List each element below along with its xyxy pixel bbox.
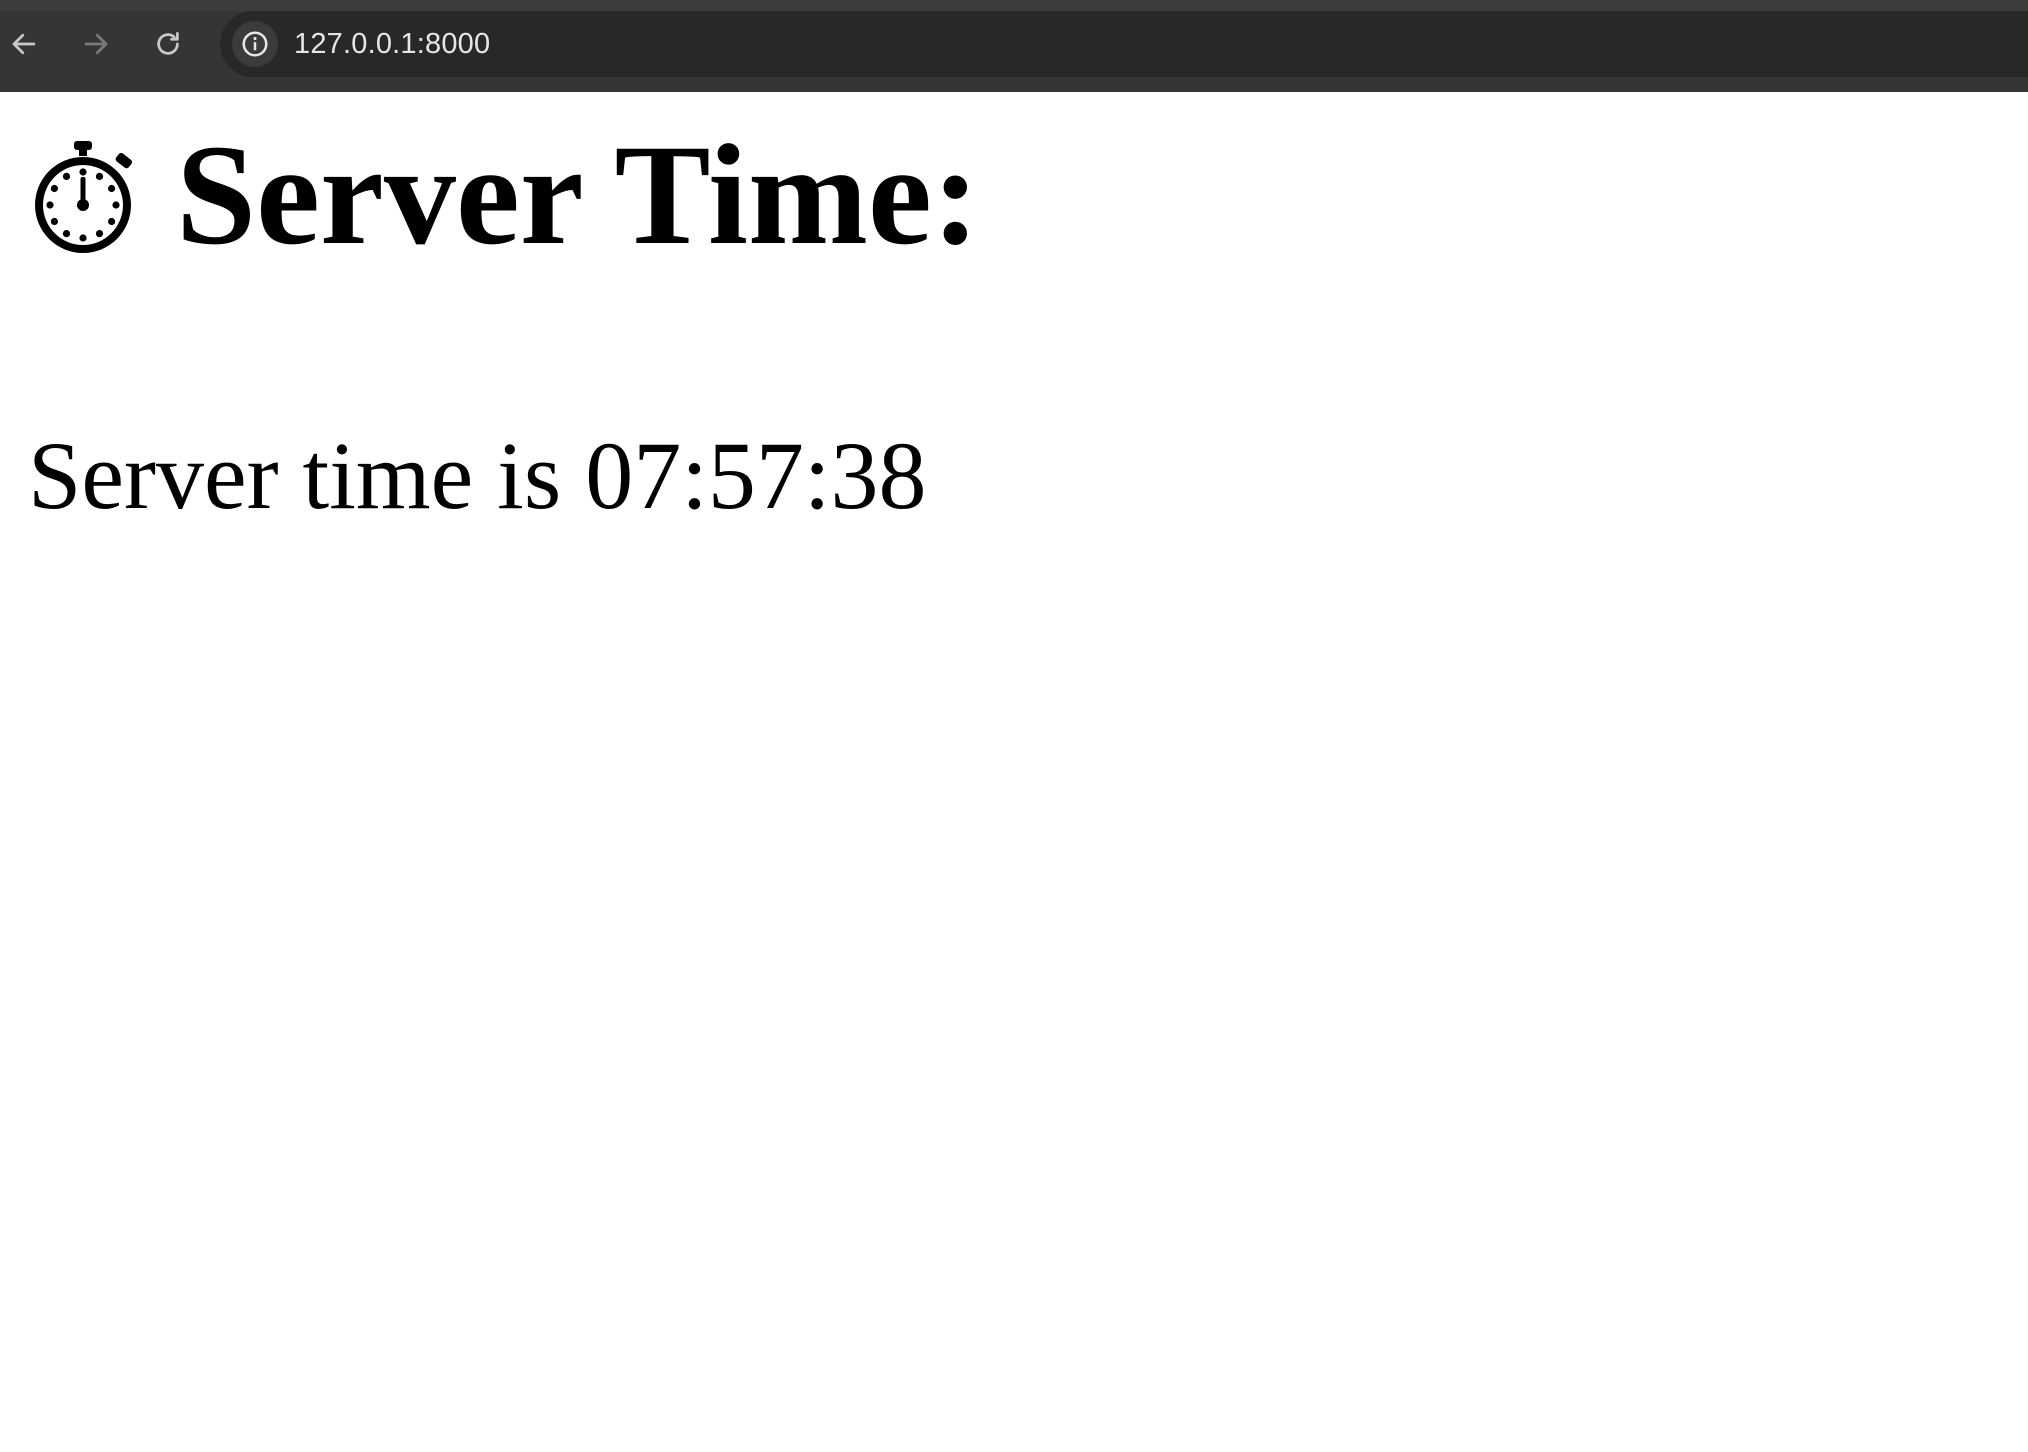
- reload-button[interactable]: [146, 22, 190, 66]
- address-bar[interactable]: 127.0.0.1:8000: [220, 11, 2028, 77]
- site-info-button[interactable]: [232, 21, 278, 67]
- info-icon: [242, 31, 268, 57]
- stopwatch-icon: [35, 141, 133, 253]
- browser-toolbar: 127.0.0.1:8000: [0, 0, 2028, 92]
- forward-button[interactable]: [74, 22, 118, 66]
- arrow-right-icon: [84, 33, 108, 55]
- arrow-left-icon: [12, 33, 36, 55]
- page-content: [0, 92, 2028, 1452]
- back-button[interactable]: [2, 22, 46, 66]
- reload-icon: [157, 32, 179, 55]
- server-time-text: Server time is 07:57:38: [28, 422, 927, 529]
- page-title-text: Server Time:: [176, 116, 980, 275]
- page-title: Server Time:: [30, 124, 980, 268]
- tab-strip-edge: [0, 0, 2028, 11]
- url-text[interactable]: 127.0.0.1:8000: [294, 11, 490, 77]
